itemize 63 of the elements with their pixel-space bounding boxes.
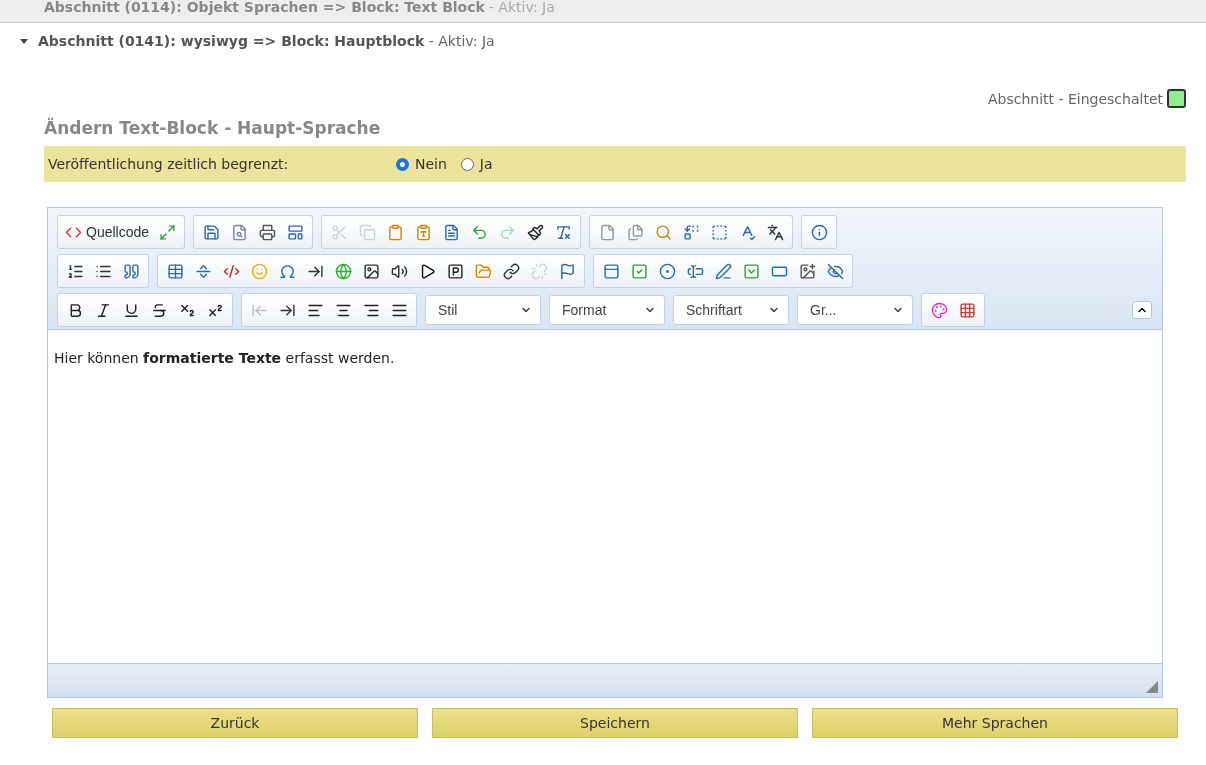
section-status: - Aktiv: Ja xyxy=(488,0,555,15)
radio-option[interactable]: Nein xyxy=(396,156,447,172)
paste-icon xyxy=(386,223,404,241)
image-icon xyxy=(362,262,380,280)
paste-text-icon xyxy=(414,223,432,241)
link-icon xyxy=(502,262,520,280)
section-switch-label: Abschnitt - Eingeschaltet xyxy=(987,90,1163,107)
smiley-icon xyxy=(250,262,268,280)
status-indicator[interactable] xyxy=(1167,89,1186,108)
placeholder-icon xyxy=(446,262,464,280)
radio-button[interactable] xyxy=(460,157,474,171)
toolbar-button[interactable]: Quellcode xyxy=(62,220,153,244)
text-field-icon xyxy=(686,262,704,280)
radio-icon xyxy=(658,262,676,280)
replace-icon xyxy=(682,223,700,241)
paintbrush-icon xyxy=(526,223,544,241)
action-button[interactable]: Mehr Sprachen xyxy=(812,708,1178,738)
maximize-icon xyxy=(158,223,176,241)
remove-format-icon xyxy=(554,223,572,241)
table-icon xyxy=(166,262,184,280)
globe-icon xyxy=(334,262,352,280)
action-button[interactable]: Speichern xyxy=(432,708,798,738)
action-button[interactable]: Zurück xyxy=(52,708,418,738)
unlink-icon xyxy=(530,262,548,280)
section-status: - Aktiv: Ja xyxy=(428,33,495,49)
quote-icon xyxy=(122,262,140,280)
checkbox-icon xyxy=(630,262,648,280)
print-icon xyxy=(258,223,276,241)
save-icon xyxy=(202,223,220,241)
section-title: Abschnitt (0141): wysiwyg => Block: Hauptblock xyxy=(38,33,425,49)
dropdown[interactable]: Stil xyxy=(425,295,541,325)
undo-icon xyxy=(470,223,488,241)
radio-option[interactable]: Ja xyxy=(460,156,493,172)
search-icon xyxy=(654,223,672,241)
dropdown[interactable]: Format xyxy=(549,295,665,325)
language-icon xyxy=(766,223,784,241)
div-icon xyxy=(222,262,240,280)
template-icon xyxy=(286,223,304,241)
new-page-icon xyxy=(598,223,616,241)
files-icon xyxy=(626,223,644,241)
option-label: Veröffentlichung zeitlich begrenzt: xyxy=(48,156,290,172)
section-title: Abschnitt (0114): Objekt Sprachen => Block: Text Block xyxy=(44,0,485,15)
select-all-icon xyxy=(710,223,728,241)
dropdown[interactable]: Schriftart xyxy=(673,295,789,325)
strikethrough-icon xyxy=(150,301,168,319)
underline-icon xyxy=(122,301,140,319)
flag-icon xyxy=(558,262,576,280)
dropdown[interactable]: Gr... xyxy=(797,295,913,325)
copy-icon xyxy=(358,223,376,241)
folder-icon xyxy=(474,262,492,280)
numbered-list-icon xyxy=(66,262,84,280)
editor-text: Hier können formatierte Texte erfasst werden. xyxy=(54,350,395,366)
info-icon xyxy=(810,223,828,241)
expand-icon[interactable] xyxy=(20,38,28,44)
form-title: Ändern Text-Block - Haupt-Sprache xyxy=(43,116,382,138)
collapse-button[interactable] xyxy=(1132,301,1152,319)
resize-grip-icon[interactable] xyxy=(1146,681,1158,693)
speaker-icon xyxy=(390,262,408,280)
cut-icon xyxy=(330,223,348,241)
preview-icon xyxy=(230,223,248,241)
redo-icon xyxy=(498,223,516,241)
omega-icon xyxy=(278,262,296,280)
radio-button[interactable] xyxy=(396,157,409,171)
